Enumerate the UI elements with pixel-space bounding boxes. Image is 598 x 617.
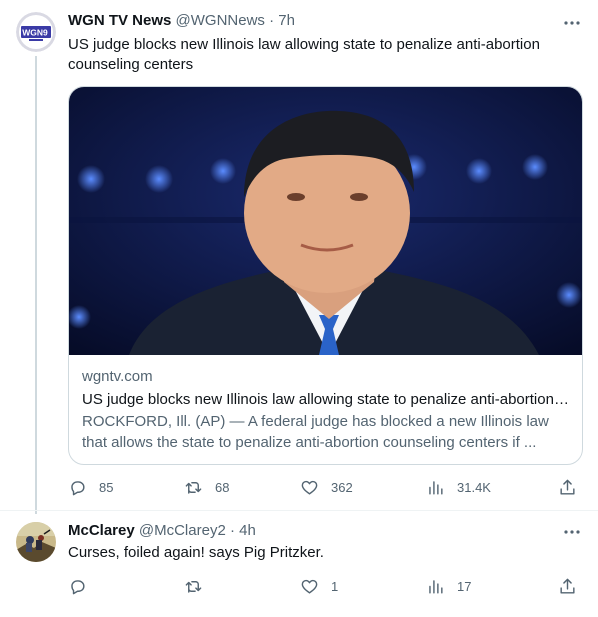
heart-icon: [301, 579, 318, 594]
retweet-icon: [185, 580, 202, 593]
card-title: US judge blocks new Illinois law allowin…: [82, 391, 572, 408]
tweet-header: McClarey @McClarey2 · 4h: [68, 521, 256, 541]
display-name[interactable]: McClarey: [68, 522, 135, 539]
like-count: 1: [331, 578, 339, 594]
share-icon: [560, 479, 575, 495]
retweet-icon: [185, 481, 202, 494]
thread-line: [35, 56, 37, 514]
tweet-wgn[interactable]: WGN9 WGN TV News @WGNNews · 7h US judge …: [0, 0, 598, 514]
heart-icon: [301, 480, 318, 495]
views-icon: [429, 480, 443, 495]
retweet-button[interactable]: 68: [184, 475, 229, 499]
share-button[interactable]: [558, 574, 577, 598]
painting-avatar-icon: [16, 522, 56, 562]
tweet-actions: 1 17: [68, 574, 583, 598]
view-count: 17: [457, 578, 472, 594]
tweet-mcclarey[interactable]: McClarey @McClarey2 · 4h Curses, foiled …: [0, 510, 598, 617]
avatar-mcclarey[interactable]: [16, 522, 56, 562]
tweet-actions: 85 68 362 31.4K: [68, 475, 583, 499]
tweet-header: WGN TV News @WGNNews · 7h: [68, 11, 295, 31]
retweet-count: 68: [215, 479, 230, 495]
separator-dot: ·: [269, 12, 275, 29]
retweet-button[interactable]: [184, 574, 215, 598]
reply-button[interactable]: [68, 574, 99, 598]
timestamp[interactable]: 4h: [239, 522, 256, 539]
wgn-logo-icon: WGN9: [16, 12, 56, 52]
user-handle[interactable]: @WGNNews: [176, 12, 265, 29]
more-horizontal-icon[interactable]: [562, 14, 582, 34]
card-image: [69, 87, 582, 355]
tweet-text: US judge blocks new Illinois law allowin…: [68, 36, 540, 73]
link-card[interactable]: wgntv.com US judge blocks new Illinois l…: [68, 86, 583, 465]
card-body: wgntv.com US judge blocks new Illinois l…: [82, 367, 572, 453]
reply-icon: [71, 579, 85, 594]
views-button[interactable]: 31.4K: [426, 475, 491, 499]
timestamp[interactable]: 7h: [278, 12, 295, 29]
reply-count: 85: [99, 479, 114, 495]
card-domain: wgntv.com: [82, 368, 153, 385]
tweet-text: Curses, foiled again! says Pig Pritzker.: [68, 544, 324, 561]
user-handle[interactable]: @McClarey2: [139, 522, 226, 539]
view-count: 31.4K: [457, 479, 491, 495]
display-name[interactable]: WGN TV News: [68, 12, 171, 29]
separator-dot: ·: [229, 522, 235, 539]
share-icon: [560, 578, 575, 594]
reply-button[interactable]: 85: [68, 475, 113, 499]
share-button[interactable]: [558, 475, 577, 499]
more-horizontal-icon[interactable]: [562, 523, 582, 543]
avatar-wgn[interactable]: WGN9: [16, 12, 56, 52]
views-icon: [429, 579, 443, 594]
card-description: ROCKFORD, Ill. (AP) — A federal judge ha…: [82, 413, 549, 451]
like-count: 362: [331, 479, 353, 495]
reply-icon: [71, 480, 85, 495]
views-button[interactable]: 17: [426, 574, 471, 598]
like-button[interactable]: 1: [300, 574, 338, 598]
svg-text:WGN9: WGN9: [22, 28, 48, 38]
like-button[interactable]: 362: [300, 475, 353, 499]
